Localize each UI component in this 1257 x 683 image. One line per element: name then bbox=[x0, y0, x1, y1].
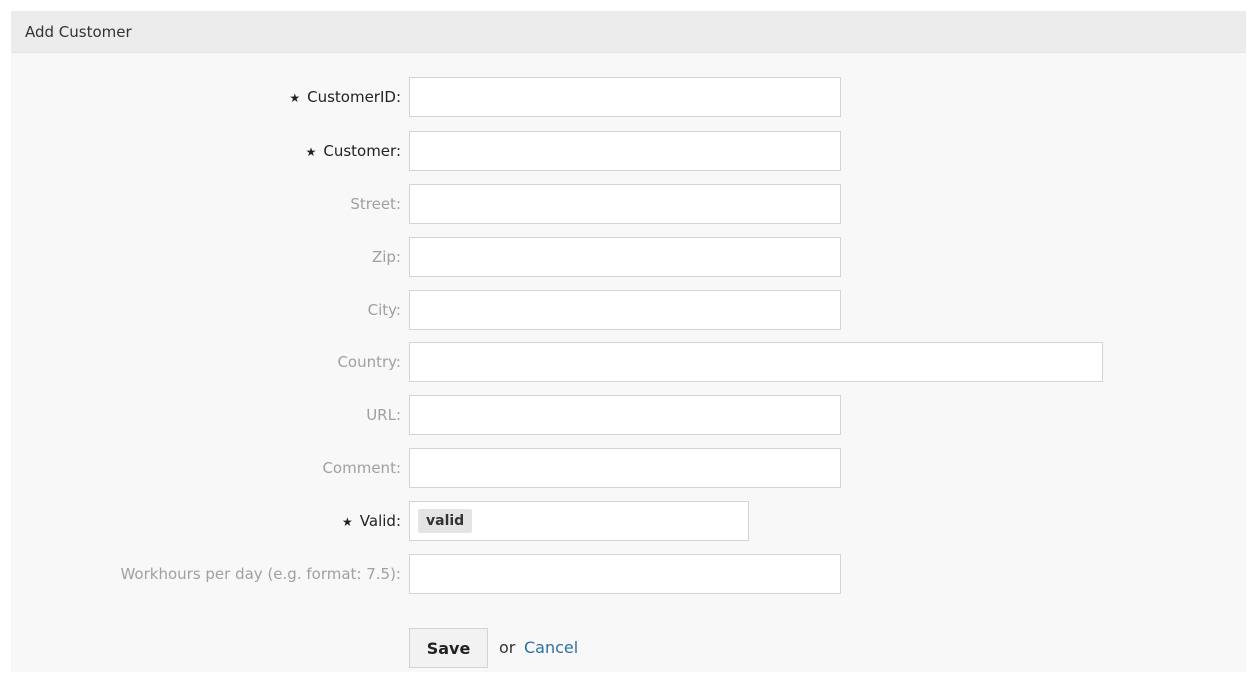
city-input[interactable] bbox=[409, 290, 841, 330]
form-row-city: City: bbox=[11, 290, 1246, 330]
form-row-customer: ★ Customer: bbox=[11, 131, 1246, 171]
workhours-label: Workhours per day (e.g. format: 7.5): bbox=[120, 565, 401, 583]
url-input[interactable] bbox=[409, 395, 841, 435]
customer-id-label-text: CustomerID: bbox=[307, 88, 401, 106]
form-actions: Save or Cancel bbox=[11, 628, 1246, 668]
required-star-icon: ★ bbox=[342, 515, 353, 529]
valid-label: ★ Valid: bbox=[342, 501, 401, 541]
cancel-link[interactable]: Cancel bbox=[524, 628, 578, 668]
url-label: URL: bbox=[366, 406, 401, 424]
required-star-icon: ★ bbox=[289, 91, 301, 105]
save-button[interactable]: Save bbox=[409, 628, 488, 668]
customer-label-text: Customer: bbox=[323, 142, 401, 160]
country-label: Country: bbox=[337, 353, 401, 371]
panel-title: Add Customer bbox=[11, 11, 1246, 53]
zip-input[interactable] bbox=[409, 237, 841, 277]
form-row-country: Country: bbox=[11, 342, 1246, 382]
valid-selected-chip[interactable]: valid bbox=[418, 509, 473, 533]
form-row-url: URL: bbox=[11, 395, 1246, 435]
add-customer-panel: Add Customer ★ CustomerID: ★ Customer: Str… bbox=[11, 11, 1246, 672]
form-row-customer-id: ★ CustomerID: bbox=[11, 77, 1246, 117]
comment-label: Comment: bbox=[322, 459, 401, 477]
form-row-workhours: Workhours per day (e.g. format: 7.5): bbox=[11, 554, 1246, 594]
customer-id-label: ★ CustomerID: bbox=[289, 77, 401, 117]
customer-id-input[interactable] bbox=[409, 77, 841, 117]
form-row-street: Street: bbox=[11, 184, 1246, 224]
street-input[interactable] bbox=[409, 184, 841, 224]
valid-label-text: Valid: bbox=[359, 512, 401, 530]
city-label: City: bbox=[367, 301, 401, 319]
street-label: Street: bbox=[350, 195, 401, 213]
form-row-zip: Zip: bbox=[11, 237, 1246, 277]
zip-label: Zip: bbox=[371, 248, 401, 266]
customer-label: ★ Customer: bbox=[306, 131, 401, 171]
workhours-input[interactable] bbox=[409, 554, 841, 594]
or-text: or bbox=[499, 638, 516, 657]
country-input[interactable] bbox=[409, 342, 1103, 382]
form-row-comment: Comment: bbox=[11, 448, 1246, 488]
comment-input[interactable] bbox=[409, 448, 841, 488]
form-row-valid: ★ Valid: valid bbox=[11, 501, 1246, 541]
customer-input[interactable] bbox=[409, 131, 841, 171]
required-star-icon: ★ bbox=[305, 145, 317, 159]
